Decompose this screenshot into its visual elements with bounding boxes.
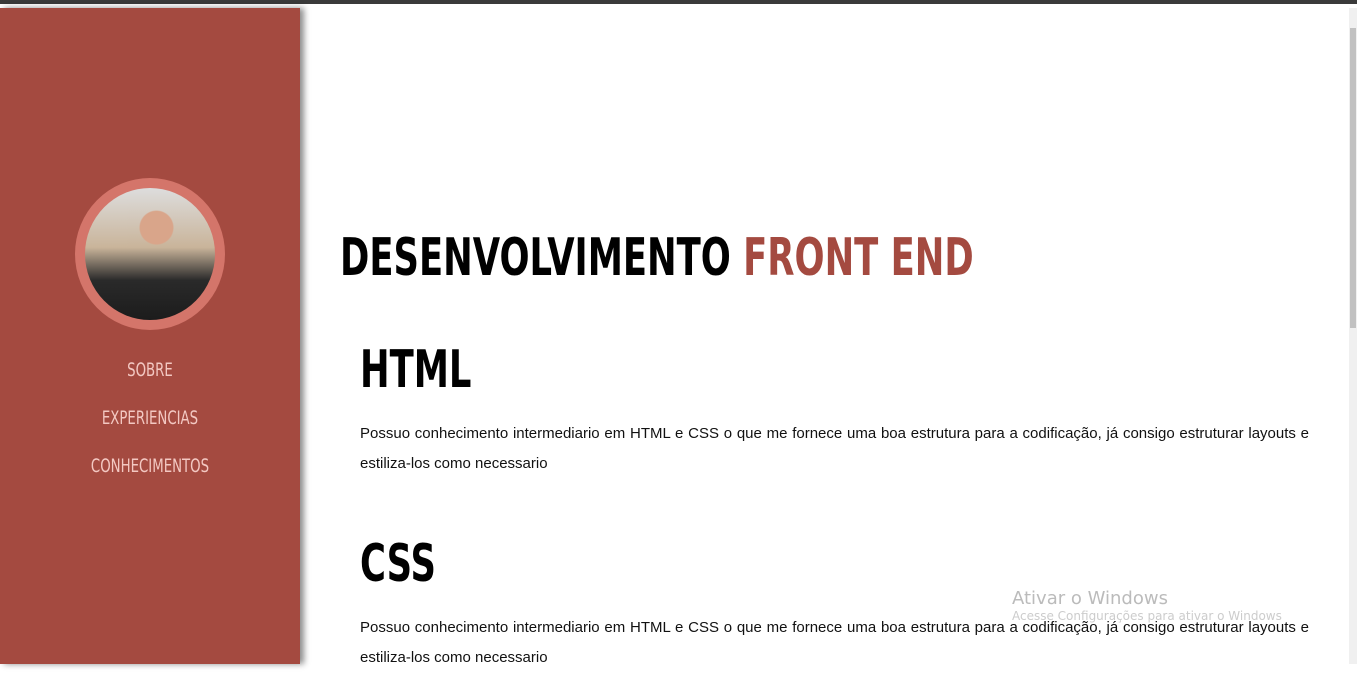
nav-conhecimentos[interactable]: CONHECIMENTOS (45, 452, 255, 500)
scrollbar[interactable] (1349, 8, 1357, 664)
nav-sobre[interactable]: SOBRE (45, 356, 255, 404)
page-title: DESENVOLVIMENTO FRONT END (340, 228, 974, 288)
sidebar-nav: SOBRE EXPERIENCIAS CONHECIMENTOS (0, 356, 300, 500)
watermark-title: Ativar o Windows (1012, 588, 1168, 609)
sidebar: SOBRE EXPERIENCIAS CONHECIMENTOS (0, 8, 300, 664)
section-heading: CSS (360, 534, 436, 594)
watermark-subtitle: Acesse Configurações para ativar o Windo… (1012, 609, 1282, 623)
nav-experiencias[interactable]: EXPERIENCIAS (45, 404, 255, 452)
main-content: DESENVOLVIMENTO FRONT END HTML Possuo co… (300, 8, 1349, 666)
title-red: FRONT END (743, 228, 974, 288)
windows-activation-watermark: Ativar o Windows Acesse Configurações pa… (1012, 588, 1282, 623)
scrollbar-thumb[interactable] (1350, 28, 1356, 328)
profile-photo (85, 188, 215, 320)
avatar (75, 178, 225, 330)
title-black: DESENVOLVIMENTO (340, 228, 731, 288)
section-heading: HTML (360, 340, 472, 400)
section-text: Possuo conhecimento intermediario em HTM… (360, 425, 1309, 472)
